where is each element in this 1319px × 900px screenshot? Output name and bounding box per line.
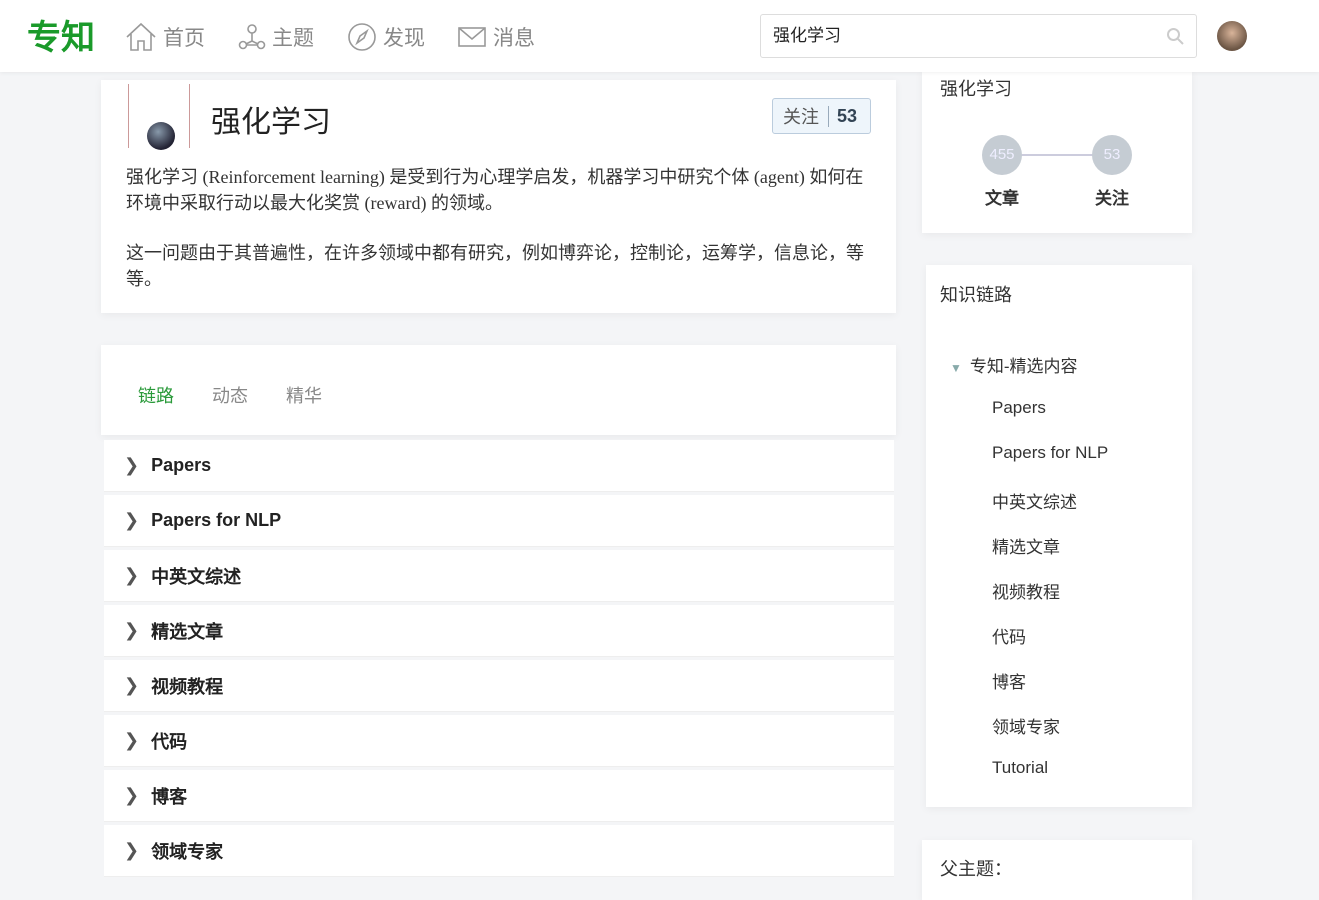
chevron-right-icon: ❯ [124, 785, 140, 805]
tree-item[interactable]: 视频教程 [992, 578, 1060, 603]
avatar[interactable] [1217, 21, 1247, 51]
tab-featured[interactable]: 精华 [286, 382, 322, 408]
row-label: Papers [151, 455, 212, 475]
stats-connector [1020, 154, 1095, 156]
chevron-right-icon: ❯ [124, 620, 140, 640]
desc-paragraph: 强化学习 (Reinforcement learning) 是受到行为心理学启发… [126, 167, 864, 213]
tree-item[interactable]: 中英文综述 [992, 488, 1077, 513]
row-label: 视频教程 [151, 676, 224, 697]
link-row[interactable]: ❯ Papers for NLP [104, 495, 894, 547]
articles-count[interactable]: 455 [982, 135, 1022, 175]
link-row[interactable]: ❯ 博客 [104, 770, 894, 822]
chain-title: 知识链路 [940, 285, 1012, 305]
link-row[interactable]: ❯ 代码 [104, 715, 894, 767]
tree-item[interactable]: 博客 [992, 668, 1026, 693]
row-label: 领域专家 [151, 841, 224, 862]
chevron-right-icon: ❯ [124, 840, 140, 860]
row-label: 中英文综述 [151, 566, 242, 587]
row-label: Papers for NLP [151, 510, 282, 530]
link-row[interactable]: ❯ 精选文章 [104, 605, 894, 657]
articles-label: 文章 [985, 189, 1019, 208]
caret-down-icon: ▼ [950, 361, 962, 375]
follow-button[interactable]: 关注 53 [772, 98, 871, 134]
page-title: 强化学习 [211, 105, 331, 140]
tree-item[interactable]: Papers for NLP [992, 443, 1108, 463]
search-icon[interactable] [1166, 27, 1184, 45]
nav-label: 首页 [163, 27, 205, 50]
nav-messages[interactable]: 消息 [457, 22, 535, 52]
tree-item[interactable]: 领域专家 [992, 713, 1060, 738]
tabs: 链路 动态 精华 [138, 382, 322, 408]
stats-title: 强化学习 [940, 79, 1012, 99]
follow-count: 53 [828, 105, 857, 127]
chevron-right-icon: ❯ [124, 455, 140, 475]
nav-label: 消息 [493, 27, 535, 50]
link-row[interactable]: ❯ 领域专家 [104, 825, 894, 877]
follow-label: 关注 [783, 107, 819, 127]
search-value: 强化学习 [773, 26, 841, 45]
chevron-right-icon: ❯ [124, 510, 140, 530]
row-label: 精选文章 [151, 621, 224, 642]
topic-image [128, 84, 190, 150]
tab-activity[interactable]: 动态 [212, 382, 248, 408]
topic-icon [238, 24, 266, 50]
tree-item[interactable]: 精选文章 [992, 533, 1060, 558]
chevron-right-icon: ❯ [124, 675, 140, 695]
tab-chain[interactable]: 链路 [138, 382, 174, 408]
link-row[interactable]: ❯ 中英文综述 [104, 550, 894, 602]
tree-root[interactable]: ▼ 专知-精选内容 [950, 352, 1078, 377]
top-bar: 专知 首页 主题 发现 消息 强化学习 [0, 0, 1319, 72]
row-label: 博客 [151, 786, 188, 807]
tree-item[interactable]: Papers [992, 398, 1046, 418]
chevron-right-icon: ❯ [124, 565, 140, 585]
nav-topic[interactable]: 主题 [238, 22, 314, 52]
follows-label: 关注 [1095, 189, 1129, 208]
mail-icon [458, 27, 486, 47]
nav-label: 主题 [272, 27, 314, 50]
tree-item[interactable]: 代码 [992, 623, 1026, 648]
follows-count[interactable]: 53 [1092, 135, 1132, 175]
compass-icon [348, 23, 376, 51]
topic-description: 强化学习 (Reinforcement learning) 是受到行为心理学启发… [126, 164, 866, 292]
link-row[interactable]: ❯ 视频教程 [104, 660, 894, 712]
nav-home[interactable]: 首页 [125, 22, 205, 52]
tree-root-label: 专知-精选内容 [969, 357, 1078, 376]
tree-item[interactable]: Tutorial [992, 758, 1048, 778]
search-input[interactable]: 强化学习 [760, 14, 1197, 58]
parent-title: 父主题： [940, 859, 1012, 879]
chevron-right-icon: ❯ [124, 730, 140, 750]
logo[interactable]: 专知 [27, 10, 95, 59]
link-row[interactable]: ❯ Papers [104, 440, 894, 492]
desc-paragraph: 这一问题由于其普遍性，在许多领域中都有研究，例如博弈论，控制论，运筹学，信息论，… [126, 243, 864, 289]
nav-discover[interactable]: 发现 [347, 22, 425, 52]
home-icon [126, 22, 156, 51]
row-label: 代码 [151, 731, 188, 752]
nav-label: 发现 [383, 27, 425, 50]
